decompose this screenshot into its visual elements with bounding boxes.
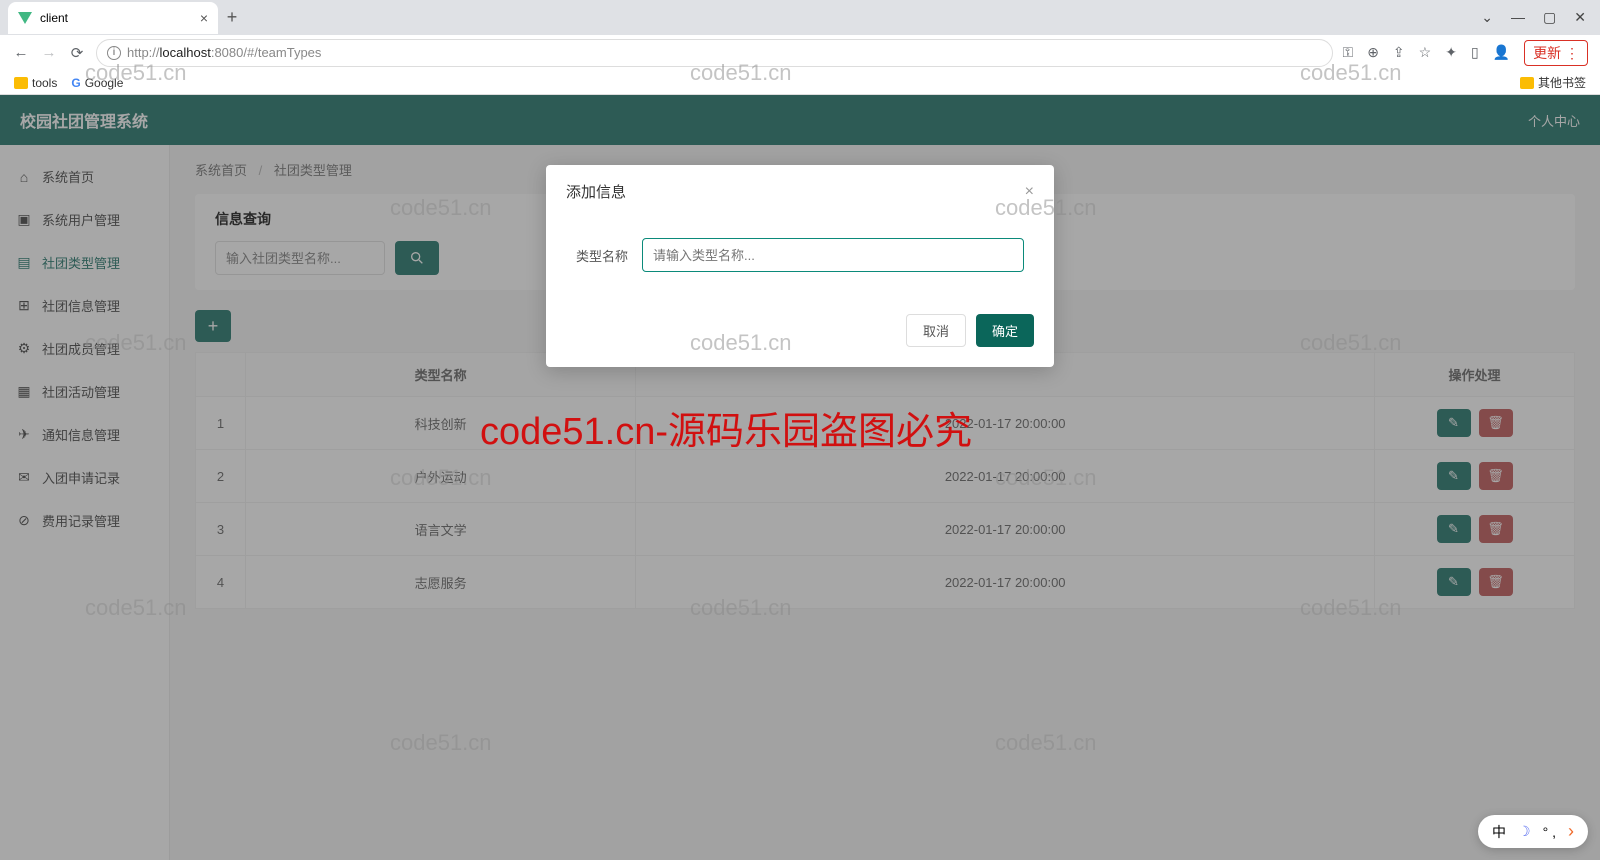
bookmark-google[interactable]: GGoogle: [71, 76, 123, 90]
modal-overlay[interactable]: 添加信息 × 类型名称 取消 确定: [0, 95, 1600, 860]
url-rest: :8080/#/teamTypes: [211, 45, 322, 60]
bookmarks-bar: tools GGoogle 其他书签: [0, 70, 1600, 95]
modal-title: 添加信息: [566, 181, 626, 202]
url-scheme: http://: [127, 45, 160, 60]
address-bar: ← → ⟳ i http:// localhost :8080/#/teamTy…: [0, 35, 1600, 70]
bookmark-other[interactable]: 其他书签: [1520, 74, 1586, 91]
bookmark-star-icon[interactable]: ☆: [1419, 44, 1432, 61]
share-icon[interactable]: ⇪: [1393, 44, 1405, 61]
update-button[interactable]: 更新 ⋮: [1524, 40, 1588, 66]
zoom-icon[interactable]: ⊕: [1367, 44, 1379, 61]
window-dropdown-icon[interactable]: ⌄: [1481, 9, 1493, 26]
back-icon[interactable]: ←: [12, 44, 30, 61]
sidepanel-icon[interactable]: ▯: [1471, 44, 1479, 61]
google-icon: G: [71, 76, 80, 90]
window-controls: ⌄ — ▢ ✕: [1481, 9, 1600, 26]
bookmark-tools[interactable]: tools: [14, 76, 57, 90]
reload-icon[interactable]: ⟳: [68, 44, 86, 62]
type-name-input[interactable]: [642, 238, 1024, 272]
maximize-icon[interactable]: ▢: [1543, 9, 1556, 26]
ime-expand-icon[interactable]: ›: [1568, 821, 1574, 842]
tab-title: client: [40, 11, 68, 25]
close-window-icon[interactable]: ✕: [1574, 9, 1586, 26]
ime-dots[interactable]: ° ,: [1543, 824, 1556, 840]
add-modal: 添加信息 × 类型名称 取消 确定: [546, 165, 1054, 367]
minimize-icon[interactable]: —: [1511, 9, 1525, 26]
ime-moon-icon[interactable]: ☽: [1518, 823, 1531, 840]
field-label: 类型名称: [576, 246, 628, 265]
browser-chrome: client × + ⌄ — ▢ ✕ ← → ⟳ i http:// local…: [0, 0, 1600, 95]
tab-bar: client × + ⌄ — ▢ ✕: [0, 0, 1600, 35]
url-field[interactable]: i http:// localhost :8080/#/teamTypes: [96, 39, 1333, 67]
modal-close-icon[interactable]: ×: [1025, 183, 1034, 201]
url-host: localhost: [160, 45, 211, 60]
vue-favicon: [18, 11, 32, 25]
cancel-button[interactable]: 取消: [906, 314, 966, 347]
forward-icon[interactable]: →: [40, 44, 58, 61]
folder-icon: [1520, 77, 1534, 89]
extensions-icon[interactable]: ✦: [1445, 44, 1457, 61]
profile-icon[interactable]: 👤: [1493, 44, 1510, 61]
site-info-icon[interactable]: i: [107, 46, 121, 60]
close-tab-icon[interactable]: ×: [200, 10, 208, 26]
ok-button[interactable]: 确定: [976, 314, 1034, 347]
folder-icon: [14, 77, 28, 89]
ime-lang[interactable]: 中: [1492, 822, 1506, 842]
browser-tab[interactable]: client ×: [8, 2, 218, 34]
password-icon[interactable]: ⚿: [1343, 44, 1354, 61]
new-tab-button[interactable]: +: [218, 7, 246, 28]
ime-toolbar[interactable]: 中 ☽ ° , ›: [1478, 815, 1588, 848]
